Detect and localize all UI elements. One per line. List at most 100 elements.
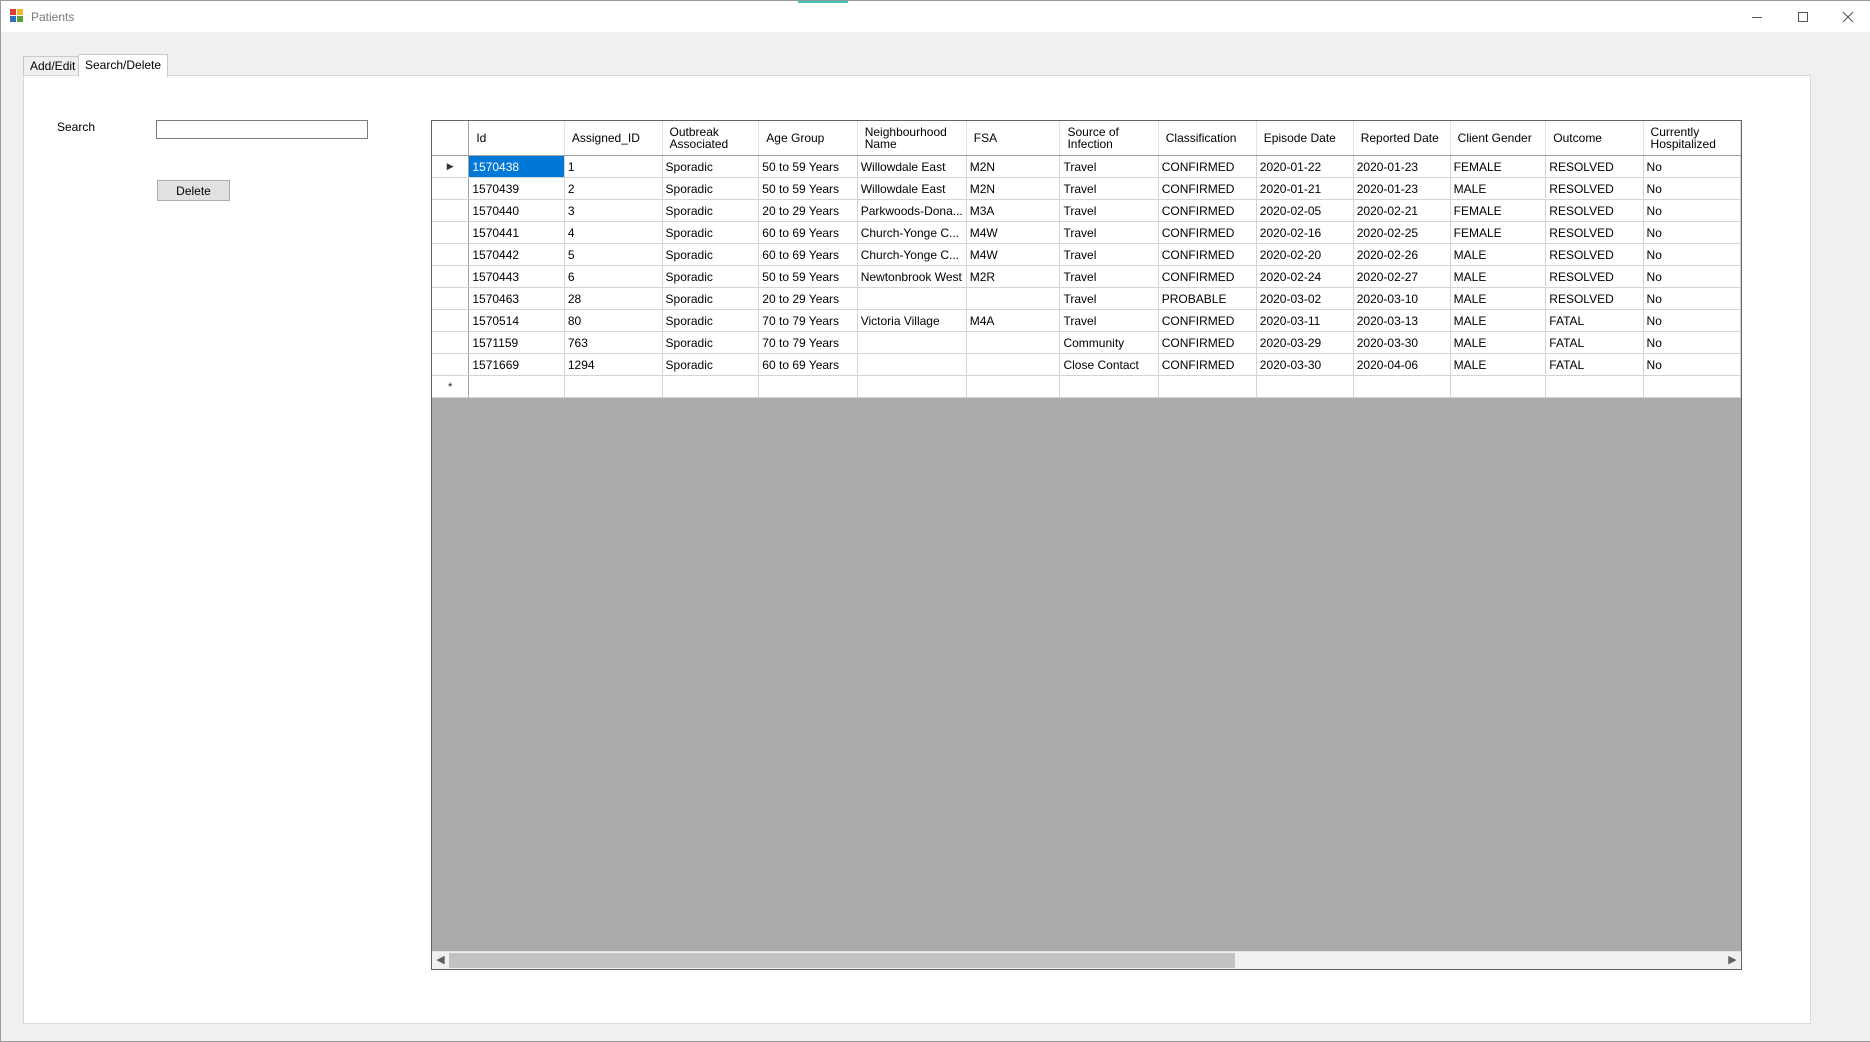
table-cell[interactable]: 50 to 59 Years — [758, 155, 858, 178]
row-header-cell[interactable] — [432, 353, 470, 376]
table-cell[interactable]: FEMALE — [1450, 199, 1547, 222]
table-cell[interactable] — [468, 375, 565, 398]
new-row[interactable]: * — [432, 375, 1741, 398]
table-cell[interactable]: Church-Yonge C... — [857, 221, 967, 244]
tab-add-edit[interactable]: Add/Edit — [23, 56, 83, 76]
table-cell[interactable]: RESOLVED — [1545, 199, 1644, 222]
table-cell[interactable]: FATAL — [1545, 353, 1644, 376]
column-header[interactable]: Client Gender — [1450, 121, 1547, 156]
table-cell[interactable]: CONFIRMED — [1158, 243, 1257, 266]
table-cell[interactable]: MALE — [1450, 309, 1547, 332]
table-cell[interactable]: RESOLVED — [1545, 287, 1644, 310]
table-cell[interactable]: 2020-02-20 — [1256, 243, 1354, 266]
row-header-cell[interactable] — [432, 243, 470, 266]
table-cell[interactable]: RESOLVED — [1545, 155, 1644, 178]
row-header-cell[interactable] — [432, 177, 470, 200]
table-cell[interactable]: No — [1643, 331, 1741, 354]
table-cell[interactable]: 2020-03-02 — [1256, 287, 1354, 310]
table-cell[interactable]: 60 to 69 Years — [758, 353, 858, 376]
table-cell[interactable]: 6 — [564, 265, 663, 288]
table-cell[interactable]: Sporadic — [662, 353, 760, 376]
table-cell[interactable]: Willowdale East — [857, 177, 967, 200]
table-cell[interactable] — [1545, 375, 1644, 398]
table-cell[interactable]: 2020-02-26 — [1353, 243, 1451, 266]
close-icon[interactable] — [1825, 1, 1870, 32]
table-cell[interactable]: M3A — [966, 199, 1061, 222]
table-cell[interactable]: Parkwoods-Dona... — [857, 199, 967, 222]
table-cell[interactable]: CONFIRMED — [1158, 353, 1257, 376]
table-cell[interactable]: 1570439 — [468, 177, 565, 200]
table-cell[interactable]: MALE — [1450, 177, 1547, 200]
scrollbar-thumb[interactable] — [449, 953, 1235, 968]
scroll-right-icon[interactable]: ▶ — [1724, 952, 1741, 969]
row-header-cell[interactable] — [432, 331, 470, 354]
table-cell[interactable]: 2020-02-16 — [1256, 221, 1354, 244]
table-cell[interactable]: No — [1643, 309, 1741, 332]
table-cell[interactable]: Sporadic — [662, 243, 760, 266]
horizontal-scrollbar[interactable]: ◀ ▶ — [432, 951, 1741, 969]
table-cell[interactable]: CONFIRMED — [1158, 155, 1257, 178]
current-row-icon[interactable]: ▶ — [432, 155, 470, 178]
table-cell[interactable] — [966, 353, 1061, 376]
table-cell[interactable]: 1570441 — [468, 221, 565, 244]
table-cell[interactable] — [1158, 375, 1257, 398]
table-cell[interactable]: FATAL — [1545, 331, 1644, 354]
minimize-icon[interactable] — [1734, 1, 1780, 32]
column-header[interactable]: Assigned_ID — [564, 121, 663, 156]
table-cell[interactable]: 2020-03-29 — [1256, 331, 1354, 354]
table-cell[interactable]: 1570442 — [468, 243, 565, 266]
table-cell[interactable]: M2R — [966, 265, 1061, 288]
table-cell[interactable] — [1353, 375, 1451, 398]
table-cell[interactable]: 20 to 29 Years — [758, 199, 858, 222]
table-cell[interactable]: No — [1643, 243, 1741, 266]
table-cell[interactable]: 1571669 — [468, 353, 565, 376]
table-row[interactable]: ▶ 1570438 1 Sporadic 50 to 59 Years Willowdal… — [432, 155, 1741, 178]
table-cell[interactable]: Travel — [1059, 287, 1159, 310]
table-cell[interactable]: Travel — [1059, 221, 1159, 244]
column-header[interactable]: Classification — [1158, 121, 1257, 156]
scroll-left-icon[interactable]: ◀ — [432, 952, 449, 969]
column-header[interactable]: Source of Infection — [1059, 121, 1159, 156]
table-cell[interactable]: 2020-02-05 — [1256, 199, 1354, 222]
table-row[interactable]: 1571669 1294 Sporadic 60 to 69 Years Close C… — [432, 353, 1741, 376]
table-cell[interactable]: Sporadic — [662, 331, 760, 354]
delete-button[interactable]: Delete — [157, 180, 230, 201]
table-cell[interactable] — [966, 287, 1061, 310]
table-cell[interactable]: 1571159 — [468, 331, 565, 354]
table-cell[interactable]: Sporadic — [662, 177, 760, 200]
table-cell[interactable]: Travel — [1059, 199, 1159, 222]
table-cell[interactable] — [857, 353, 967, 376]
table-cell[interactable]: No — [1643, 155, 1741, 178]
search-input[interactable] — [156, 120, 368, 139]
column-header[interactable]: Reported Date — [1353, 121, 1451, 156]
table-cell[interactable] — [1643, 375, 1741, 398]
table-cell[interactable] — [966, 375, 1061, 398]
table-cell[interactable]: Sporadic — [662, 265, 760, 288]
table-cell[interactable]: RESOLVED — [1545, 177, 1644, 200]
table-cell[interactable] — [857, 331, 967, 354]
table-cell[interactable]: Close Contact — [1059, 353, 1159, 376]
tab-search-delete[interactable]: Search/Delete — [78, 54, 169, 77]
table-cell[interactable] — [1059, 375, 1159, 398]
table-cell[interactable]: Willowdale East — [857, 155, 967, 178]
table-cell[interactable]: 2 — [564, 177, 663, 200]
top-left-header-cell[interactable] — [432, 121, 470, 156]
table-cell[interactable]: Newtonbrook West — [857, 265, 967, 288]
table-cell[interactable]: 60 to 69 Years — [758, 243, 858, 266]
table-cell[interactable]: PROBABLE — [1158, 287, 1257, 310]
table-row[interactable]: 1570443 6 Sporadic 50 to 59 Years Newtonbroo… — [432, 265, 1741, 288]
table-cell[interactable] — [662, 375, 760, 398]
column-header[interactable]: Age Group — [758, 121, 858, 156]
table-cell[interactable]: Sporadic — [662, 309, 760, 332]
table-cell[interactable]: 3 — [564, 199, 663, 222]
row-header-cell[interactable] — [432, 199, 470, 222]
table-cell[interactable]: 1570463 — [468, 287, 565, 310]
table-cell[interactable]: 70 to 79 Years — [758, 309, 858, 332]
new-row-icon[interactable]: * — [432, 375, 470, 398]
table-cell[interactable]: Travel — [1059, 309, 1159, 332]
table-cell[interactable]: Sporadic — [662, 221, 760, 244]
table-cell[interactable]: 4 — [564, 221, 663, 244]
row-header-cell[interactable] — [432, 221, 470, 244]
table-cell[interactable]: MALE — [1450, 353, 1547, 376]
table-row[interactable]: 1570442 5 Sporadic 60 to 69 Years Church-Yon… — [432, 243, 1741, 266]
